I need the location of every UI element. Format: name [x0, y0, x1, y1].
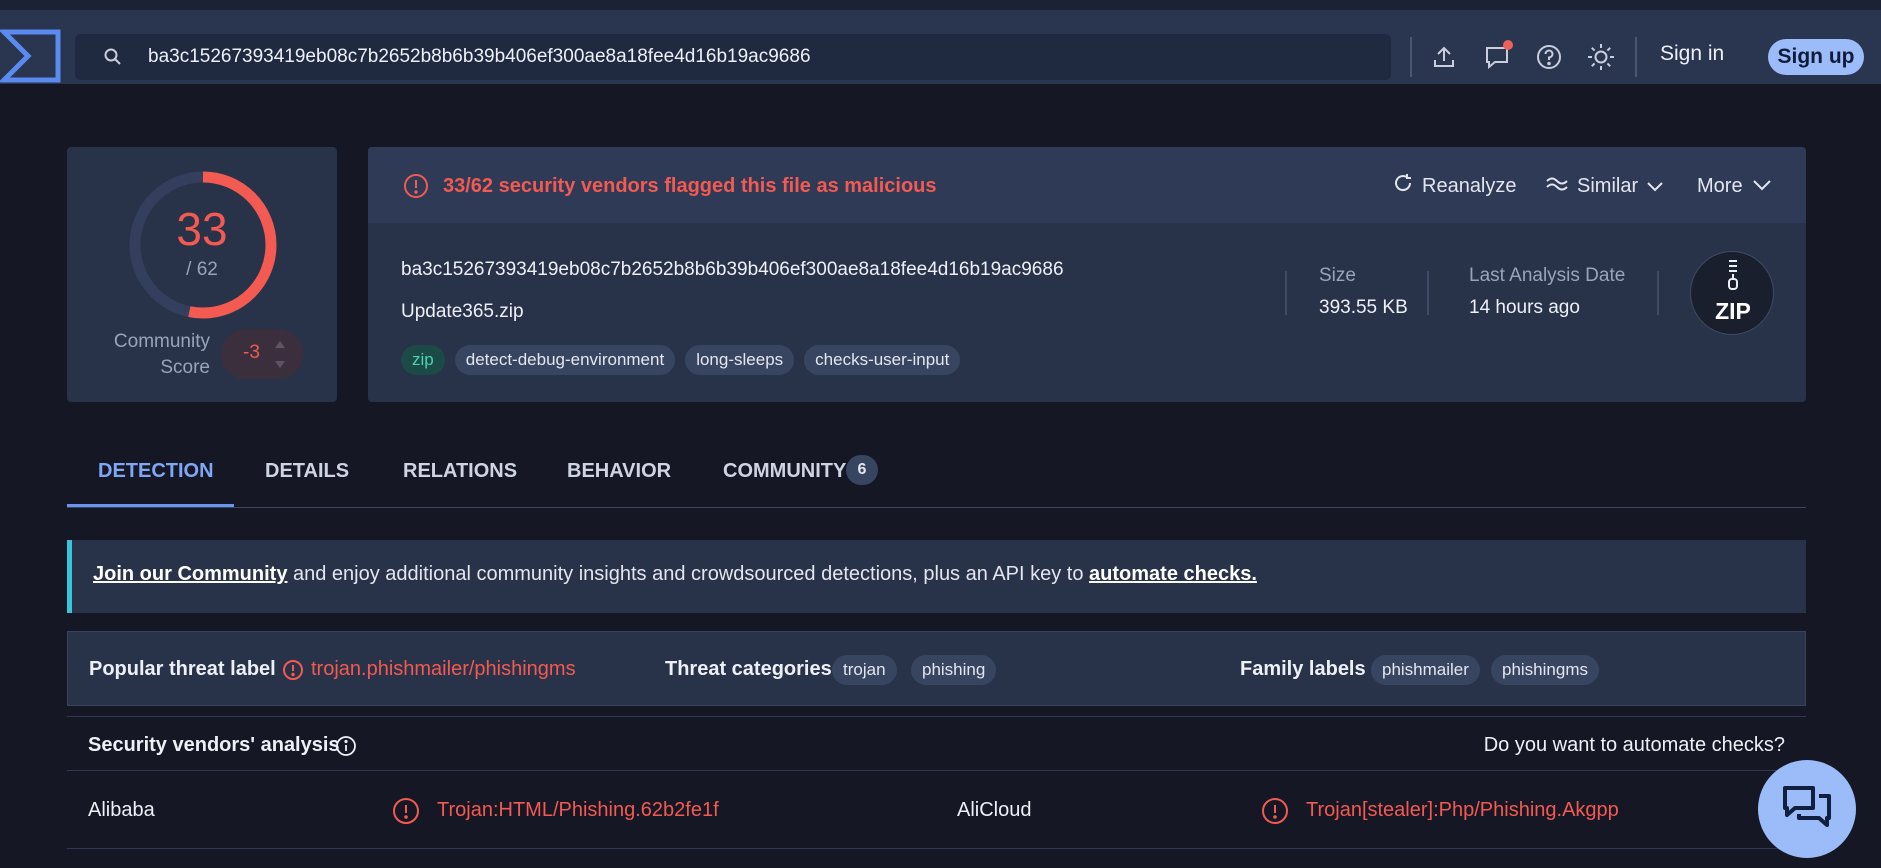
search-icon [103, 47, 123, 67]
threat-category-tag[interactable]: phishing [911, 655, 997, 685]
popular-threat-label: Popular threat label [89, 658, 276, 680]
tag[interactable]: zip [401, 345, 445, 375]
alert-icon [1261, 797, 1289, 825]
more-label: More [1697, 174, 1743, 197]
size-value: 393.55 KB [1319, 297, 1408, 318]
vendors-header: Security vendors' analysis Do you want t… [67, 716, 1806, 771]
threat-summary: Popular threat label trojan.phishmailer/… [67, 631, 1806, 706]
family-label-tag[interactable]: phishingms [1491, 655, 1599, 685]
info-icon[interactable] [335, 735, 357, 757]
community-score-widget: -3 [221, 329, 303, 379]
notification-dot [1503, 40, 1513, 50]
tab-bar: DETECTION DETAILS RELATIONS BEHAVIOR COM… [67, 440, 1806, 508]
file-tags: zip detect-debug-environment long-sleeps… [401, 345, 961, 375]
size-label: Size [1319, 265, 1356, 286]
vote-down-icon[interactable] [273, 357, 287, 369]
chevron-down-icon [1646, 175, 1664, 198]
reanalyze-label: Reanalyze [1422, 174, 1517, 197]
similar-dropdown[interactable]: Similar [1545, 173, 1664, 199]
theme-icon[interactable] [1584, 38, 1618, 76]
automate-checks-link[interactable]: automate checks. [1089, 563, 1257, 585]
tag[interactable]: checks-user-input [804, 345, 961, 375]
divider [1657, 271, 1659, 315]
community-banner: Join our Community and enjoy additional … [67, 540, 1806, 613]
tag[interactable]: long-sleeps [685, 345, 795, 375]
vendor-name: AliCloud [957, 799, 1032, 821]
similar-icon [1545, 173, 1569, 199]
family-label-tag[interactable]: phishmailer [1371, 655, 1480, 685]
tab-detection[interactable]: DETECTION [98, 460, 214, 483]
threat-categories-label: Threat categories [665, 658, 832, 680]
vendor-name: Alibaba [88, 799, 155, 821]
chat-button[interactable] [1758, 760, 1856, 858]
file-name: Update365.zip [401, 301, 524, 322]
detection-count: 33 [176, 203, 228, 255]
automate-checks-link[interactable]: Do you want to automate checks? [1484, 734, 1785, 757]
active-tab-indicator [67, 504, 234, 507]
score-card: 33 / 62 Community Score -3 [67, 147, 337, 402]
community-count-badge: 6 [846, 455, 878, 485]
alert-icon [392, 797, 420, 825]
alert-icon [403, 173, 429, 199]
community-label-line1: Community [113, 331, 210, 352]
alert-bar: 33/62 security vendors flagged this file… [368, 147, 1806, 223]
detection-total: / 62 [186, 259, 218, 280]
banner-text: Join our Community and enjoy additional … [93, 563, 1257, 586]
tab-details[interactable]: DETAILS [265, 460, 349, 483]
search-box[interactable]: ba3c15267393419eb08c7b2652b8b6b39b406ef3… [75, 34, 1391, 80]
vendor-result: Trojan:HTML/Phishing.62b2fe1f [437, 799, 719, 821]
tab-relations[interactable]: RELATIONS [403, 460, 517, 483]
divider [1427, 271, 1429, 315]
upload-icon[interactable] [1427, 38, 1461, 76]
vote-up-icon[interactable] [273, 338, 287, 350]
table-row: Alibaba Trojan:HTML/Phishing.62b2fe1f Al… [67, 771, 1806, 849]
help-icon[interactable] [1532, 38, 1566, 76]
tag[interactable]: detect-debug-environment [454, 345, 676, 375]
divider [1410, 37, 1412, 77]
file-summary-card: 33/62 security vendors flagged this file… [368, 147, 1806, 402]
divider [1285, 271, 1287, 315]
last-analysis-value: 14 hours ago [1469, 297, 1580, 318]
file-type-label: ZIP [1715, 298, 1751, 324]
threat-category-tag[interactable]: trojan [832, 655, 897, 685]
community-score-value: -3 [243, 342, 260, 363]
malicious-alert-text: 33/62 security vendors flagged this file… [443, 175, 937, 197]
zipper-icon [1728, 260, 1738, 290]
banner-message: and enjoy additional community insights … [287, 563, 1090, 585]
alert-icon [282, 659, 304, 681]
last-analysis-label: Last Analysis Date [1469, 265, 1626, 286]
divider [1635, 37, 1637, 77]
tab-community[interactable]: COMMUNITY [723, 460, 846, 483]
similar-label: Similar [1577, 174, 1639, 197]
popular-threat-value[interactable]: trojan.phishmailer/phishingms [311, 658, 576, 681]
file-hash[interactable]: ba3c15267393419eb08c7b2652b8b6b39b406ef3… [401, 259, 1064, 281]
community-label-line2: Score [160, 357, 210, 378]
community-score-label: Community Score [95, 329, 210, 381]
tab-behavior[interactable]: BEHAVIOR [567, 460, 671, 483]
more-dropdown[interactable]: More [1697, 173, 1773, 199]
sign-up-button[interactable]: Sign up [1768, 39, 1864, 75]
top-bar: ba3c15267393419eb08c7b2652b8b6b39b406ef3… [0, 0, 1881, 84]
refresh-icon [1392, 172, 1414, 200]
join-community-link[interactable]: Join our Community [93, 563, 287, 585]
vendors-title: Security vendors' analysis [88, 734, 340, 756]
sign-in-link[interactable]: Sign in [1660, 42, 1724, 66]
chat-bubbles-icon [1781, 784, 1833, 835]
file-type-badge: ZIP [1690, 251, 1774, 335]
family-labels-label: Family labels [1240, 658, 1366, 680]
search-input[interactable]: ba3c15267393419eb08c7b2652b8b6b39b406ef3… [148, 46, 811, 68]
logo-icon[interactable] [0, 28, 62, 84]
reanalyze-button[interactable]: Reanalyze [1392, 173, 1517, 199]
chevron-down-icon [1751, 175, 1773, 198]
vendor-result: Trojan[stealer]:Php/Phishing.Akgpp [1306, 799, 1619, 821]
